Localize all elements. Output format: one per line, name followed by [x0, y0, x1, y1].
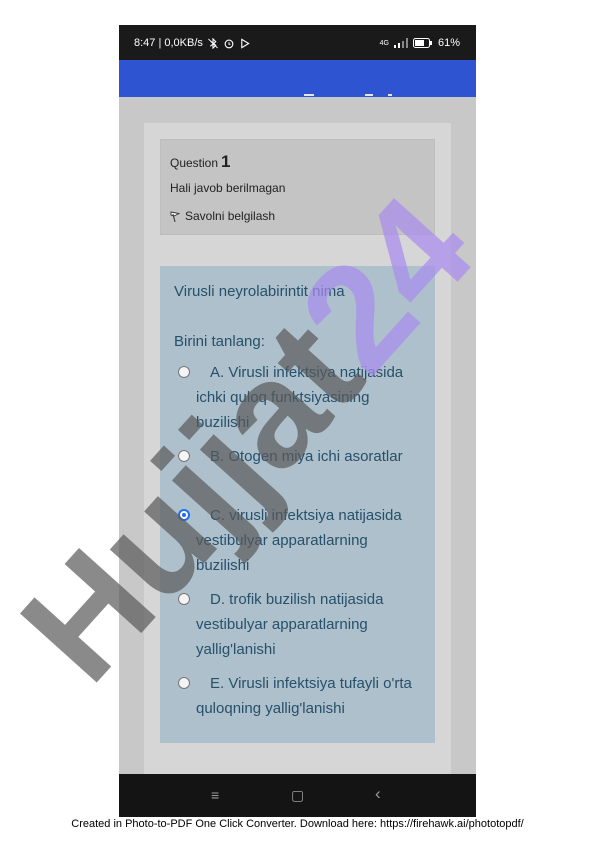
question-text: Virusli neyrolabirintit nima	[174, 283, 345, 300]
footer-note: Created in Photo-to-PDF One Click Conver…	[71, 818, 524, 830]
question-info: Question 1 Hali javob berilmagan Savolni …	[160, 139, 435, 235]
header-indicator	[304, 94, 314, 96]
option-label: D. trofik buzilish natijasida vestibulya…	[196, 591, 384, 658]
battery-level: 61%	[437, 37, 460, 49]
radio-button[interactable]	[178, 677, 190, 689]
flag-question-link[interactable]: Savolni belgilash	[170, 209, 275, 223]
header-indicator	[365, 94, 373, 96]
question-number: Question 1	[170, 152, 231, 172]
radio-button[interactable]	[178, 450, 190, 462]
back-nav-button[interactable]: ‹	[375, 784, 381, 804]
answer-prompt: Birini tanlang:	[174, 333, 265, 350]
signal-icon	[393, 38, 408, 48]
question-label: Question	[170, 156, 219, 170]
question-box: Virusli neyrolabirintit nima Birini tanl…	[160, 266, 435, 743]
flag-icon	[170, 210, 180, 222]
home-nav-button[interactable]: ▢	[291, 787, 304, 804]
battery-icon	[412, 38, 432, 48]
answer-option[interactable]: E. Virusli infektsiya tufayli o'rta qulo…	[174, 671, 424, 721]
status-bar: 8:47 | 0,0KB/s 4G 61%	[119, 25, 476, 60]
question-number-value: 1	[221, 152, 231, 171]
option-label: C. virusli infektsiya natijasida vestibu…	[196, 507, 402, 574]
radio-button[interactable]	[178, 593, 190, 605]
app-header	[119, 60, 476, 97]
alarm-icon	[224, 39, 234, 48]
flag-label: Savolni belgilash	[185, 209, 276, 223]
question-state: Hali javob berilmagan	[170, 181, 286, 195]
page-content: Question 1 Hali javob berilmagan Savolni …	[119, 97, 476, 783]
menu-nav-button[interactable]: ≡	[211, 787, 219, 803]
answer-option[interactable]: A. Virusli infektsiya natijasida ichki q…	[174, 360, 424, 435]
radio-button[interactable]	[178, 366, 190, 378]
system-nav-bar: ≡ ▢ ‹	[119, 774, 476, 817]
quiz-card: Question 1 Hali javob berilmagan Savolni …	[144, 123, 451, 783]
option-label: B. Otogen miya ichi asoratlar	[210, 448, 403, 465]
header-indicator	[388, 94, 392, 96]
answer-option[interactable]: C. virusli infektsiya natijasida vestibu…	[174, 503, 424, 578]
option-label: A. Virusli infektsiya natijasida ichki q…	[196, 364, 404, 431]
network-type: 4G	[379, 39, 389, 47]
status-time: 8:47 | 0,0KB/s	[134, 37, 203, 49]
bluetooth-off-icon	[207, 37, 218, 49]
answer-option[interactable]: D. trofik buzilish natijasida vestibulya…	[174, 587, 424, 662]
play-icon	[241, 37, 250, 49]
answer-option[interactable]: B. Otogen miya ichi asoratlar	[174, 444, 424, 469]
option-label: E. Virusli infektsiya tufayli o'rta qulo…	[196, 675, 412, 717]
radio-button-selected[interactable]	[178, 509, 190, 521]
phone-screenshot: 8:47 | 0,0KB/s 4G 61% Question 1 Hali jav…	[119, 25, 476, 817]
